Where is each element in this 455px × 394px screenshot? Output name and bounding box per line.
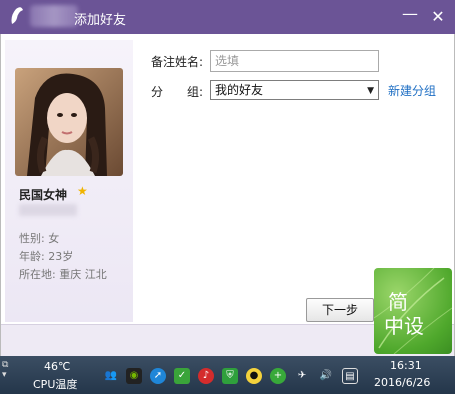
gender-value: 女 xyxy=(48,232,60,245)
next-button[interactable]: 下一步 xyxy=(306,298,374,322)
watermark-text: 简 中设 xyxy=(384,290,424,338)
gender-label: 性别: xyxy=(19,232,45,245)
group-label: 分 组: xyxy=(151,85,204,99)
age-value: 23岁 xyxy=(48,250,74,263)
watermark-logo: 简 中设 xyxy=(374,268,452,354)
taskbar: ⧉ ▾ 46℃ CPU温度 👥 ◉ ➚ ✓ ♪ ⛨ ● + ✈ 🔊 ▤ 16:31… xyxy=(0,356,455,394)
close-button[interactable]: ✕ xyxy=(428,7,448,27)
people-icon[interactable]: 👥 xyxy=(103,368,119,384)
watermark-line2: 中设 xyxy=(384,314,424,338)
action-center-icon[interactable]: ▤ xyxy=(342,368,358,384)
network-icon[interactable]: ✈ xyxy=(294,368,310,384)
location-label: 所在地: xyxy=(19,268,56,281)
remark-label: 备注姓名: xyxy=(151,55,204,69)
netease-music-icon[interactable]: ♪ xyxy=(198,368,214,384)
safari-icon[interactable]: ➚ xyxy=(150,368,166,384)
nvidia-icon[interactable]: ◉ xyxy=(126,368,142,384)
qq-logo-icon xyxy=(11,7,23,25)
age-label: 年龄: xyxy=(19,250,45,263)
profile-panel: 民国女神 ★ 性别: 女 年龄: 23岁 所在地: 重庆 江北 xyxy=(5,40,133,322)
group-select-value: 我的好友 xyxy=(215,83,264,97)
dropdown-arrow-icon: ▼ xyxy=(367,86,374,96)
avatar[interactable] xyxy=(15,68,123,176)
watermark-line1: 简 xyxy=(388,290,408,314)
group-select[interactable]: 我的好友 ▼ xyxy=(210,80,379,100)
security-icon[interactable]: ✓ xyxy=(174,368,190,384)
clock-time[interactable]: 16:31 xyxy=(390,359,422,372)
new-group-link[interactable]: 新建分组 xyxy=(388,82,436,99)
blurred-account-name xyxy=(30,5,78,27)
location-value: 重庆 江北 xyxy=(59,268,107,281)
star-icon: ★ xyxy=(77,184,88,198)
gender-row: 性别: 女 xyxy=(19,230,59,246)
plus-icon[interactable]: + xyxy=(270,368,286,384)
nickname: 民国女神 xyxy=(19,188,68,202)
blurred-signature xyxy=(19,204,77,216)
remark-input[interactable]: 选填 xyxy=(210,50,379,72)
qq-penguin-icon[interactable]: ● xyxy=(246,368,262,384)
shield-icon[interactable]: ⛨ xyxy=(222,368,238,384)
cpu-temperature-label: CPU温度 xyxy=(33,378,78,391)
show-hidden-icon[interactable]: ⧉ ▾ xyxy=(2,360,8,380)
cpu-temperature: 46℃ xyxy=(44,360,71,373)
clock-date[interactable]: 2016/6/26 xyxy=(374,376,430,389)
minimize-button[interactable]: — xyxy=(400,6,420,27)
window-title: 添加好友 xyxy=(74,13,127,28)
volume-icon[interactable]: 🔊 xyxy=(318,368,334,384)
location-row: 所在地: 重庆 江北 xyxy=(19,266,107,282)
title-bar: 添加好友 — ✕ xyxy=(0,0,455,34)
age-row: 年龄: 23岁 xyxy=(19,248,73,264)
